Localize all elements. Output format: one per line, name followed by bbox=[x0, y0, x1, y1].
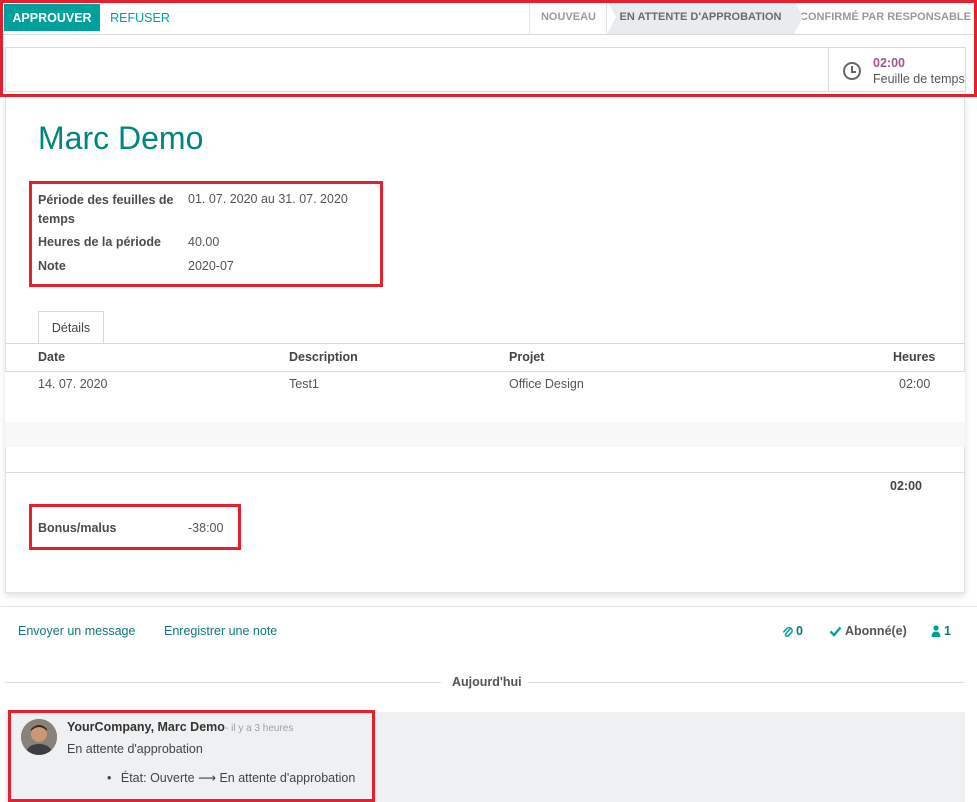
user-icon bbox=[931, 625, 941, 637]
clock-icon bbox=[843, 62, 861, 80]
change-new-value: En attente d'approbation bbox=[219, 771, 356, 785]
approve-button[interactable]: APPROUVER bbox=[4, 4, 100, 31]
chatter-divider bbox=[0, 606, 977, 607]
note-label: Note bbox=[38, 259, 66, 273]
bullet: • bbox=[107, 771, 112, 785]
followers-button[interactable]: 1 bbox=[931, 624, 951, 638]
tab-divider bbox=[5, 343, 965, 344]
period-label: Période des feuilles de temps bbox=[38, 193, 174, 226]
stage-waiting-approval[interactable]: EN ATTENTE D'APPROBATION bbox=[607, 0, 794, 34]
follow-button[interactable]: Abonné(e) bbox=[829, 624, 907, 638]
avatar-image bbox=[21, 719, 57, 755]
day-separator-line bbox=[528, 682, 965, 683]
message-author[interactable]: YourCompany, Marc Demo bbox=[67, 720, 225, 734]
cell-hours: 02:00 bbox=[899, 377, 931, 391]
form-sheet bbox=[5, 96, 965, 593]
day-separator-label: Aujourd'hui bbox=[452, 675, 522, 689]
tracking-change: • État: Ouverte ⟶ En attente d'approbati… bbox=[107, 770, 355, 785]
arrow-right-icon: ⟶ bbox=[198, 771, 216, 785]
avatar[interactable] bbox=[21, 719, 57, 755]
table-row[interactable] bbox=[5, 372, 965, 397]
stat-label: Feuille de temps bbox=[873, 72, 965, 86]
column-header-date[interactable]: Date bbox=[38, 350, 65, 364]
timesheet-stat-button[interactable]: 02:00 Feuille de temps bbox=[828, 48, 966, 91]
bonus-label: Bonus/malus bbox=[38, 521, 117, 535]
bonus-value: -38:00 bbox=[188, 521, 224, 535]
paperclip-icon bbox=[783, 626, 793, 637]
cell-project: Office Design bbox=[509, 377, 584, 391]
column-header-project[interactable]: Projet bbox=[509, 350, 544, 364]
hours-total: 02:00 bbox=[890, 479, 922, 493]
log-note-button[interactable]: Enregistrer une note bbox=[164, 624, 277, 638]
check-icon bbox=[829, 626, 842, 637]
note-value: 2020-07 bbox=[188, 259, 234, 273]
cell-description: Test1 bbox=[289, 377, 319, 391]
hours-period-label: Heures de la période bbox=[38, 235, 161, 249]
employee-name: Marc Demo bbox=[38, 120, 204, 156]
table-row-empty bbox=[5, 397, 965, 422]
button-box: 02:00 Feuille de temps bbox=[5, 47, 966, 92]
stage-new[interactable]: NOUVEAU bbox=[529, 0, 607, 34]
column-header-hours[interactable]: Heures bbox=[893, 350, 935, 364]
attachments-count: 0 bbox=[796, 624, 803, 638]
stage-separator bbox=[607, 0, 616, 34]
change-field: État: bbox=[120, 771, 147, 785]
followers-count: 1 bbox=[944, 624, 951, 638]
change-old-value: Ouverte bbox=[150, 771, 195, 785]
follow-label: Abonné(e) bbox=[845, 624, 907, 638]
send-message-button[interactable]: Envoyer un message bbox=[18, 624, 135, 638]
footer-divider bbox=[5, 472, 965, 473]
hours-period-value: 40.00 bbox=[188, 235, 220, 249]
cell-date: 14. 07. 2020 bbox=[38, 377, 108, 391]
day-separator-line bbox=[5, 682, 441, 683]
status-bar: APPROUVER REFUSER NOUVEAU EN ATTENTE D'A… bbox=[0, 0, 977, 35]
period-value: 01. 07. 2020 au 31. 07. 2020 bbox=[188, 192, 348, 206]
refuse-button[interactable]: REFUSER bbox=[104, 4, 176, 31]
stat-value: 02:00 bbox=[873, 56, 905, 70]
table-row-empty bbox=[5, 422, 965, 447]
stage-separator bbox=[794, 0, 803, 34]
stage-pipeline: NOUVEAU EN ATTENTE D'APPROBATION CONFIRM… bbox=[529, 0, 977, 34]
stage-confirmed[interactable]: CONFIRMÉ PAR RESPONSABLE bbox=[794, 0, 977, 34]
message-body: En attente d'approbation bbox=[67, 742, 203, 756]
message-time: - il y a 3 heures bbox=[225, 723, 294, 734]
attachments-button[interactable]: 0 bbox=[782, 624, 803, 638]
column-header-description[interactable]: Description bbox=[289, 350, 358, 364]
tab-details[interactable]: Détails bbox=[38, 311, 104, 344]
